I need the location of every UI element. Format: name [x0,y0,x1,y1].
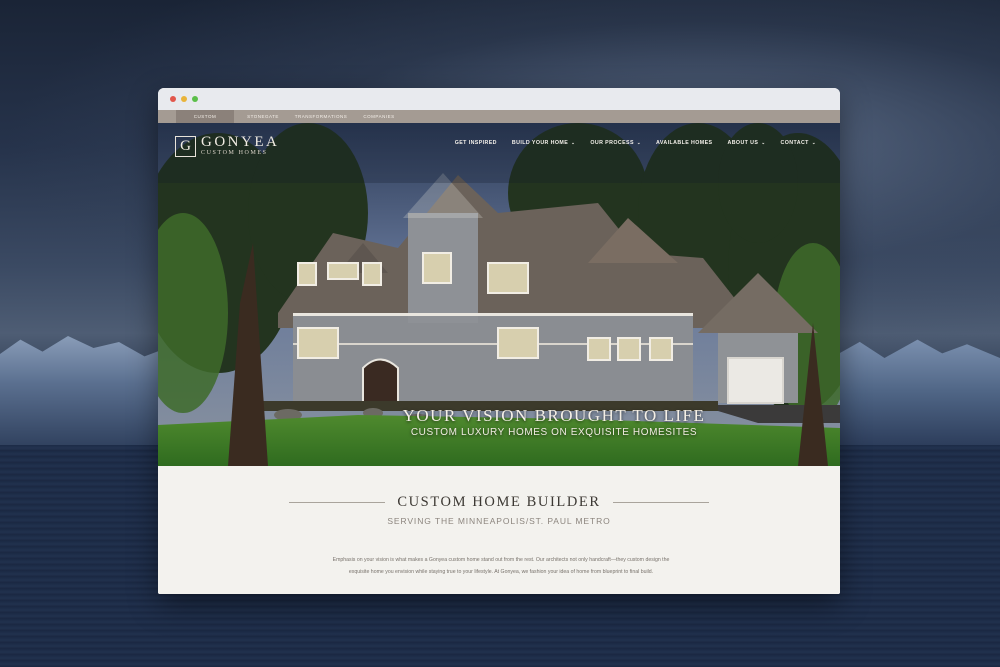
hero-headline: YOUR VISION BROUGHT TO LIFE [402,406,706,425]
nav-label: ABOUT US [727,140,759,146]
site-tabs-bar: CUSTOM STONEGATE TRANSFORMATIONS COMPANI… [158,110,840,123]
chevron-down-icon: ⌄ [636,140,642,145]
site-tab-transformations[interactable]: TRANSFORMATIONS [292,110,350,123]
nav-label: OUR PROCESS [590,140,634,146]
chevron-down-icon: ⌄ [761,140,766,145]
hero-section: G GONYEA CUSTOM HOMES GET INSPIRED BUILD… [158,123,840,466]
nav-our-process[interactable]: OUR PROCESS ⌄ [590,140,641,146]
intro-title-row: CUSTOM HOME BUILDER [158,494,840,511]
divider-right [612,502,709,503]
logo-mark: G [175,135,196,157]
hero-subheadline: CUSTOM LUXURY HOMES ON EXQUISITE HOMESIT… [410,427,698,438]
nav-contact[interactable]: CONTACT ⌄ [781,140,816,146]
nav-about-us[interactable]: ABOUT US ⌄ [727,140,765,146]
logo-name: GONYEA [201,134,280,150]
intro-subtitle: SERVING THE MINNEAPOLIS/ST. PAUL METRO [387,516,611,526]
intro-section: CUSTOM HOME BUILDER SERVING THE MINNEAPO… [158,466,840,594]
logo-subtitle: CUSTOM HOMES [201,150,268,156]
nav-label: GET INSPIRED [454,140,497,146]
nav-build-your-home[interactable]: BUILD YOUR HOME ⌄ [512,140,575,146]
nav-label: BUILD YOUR HOME [511,140,569,146]
nav-label: CONTACT [780,140,809,146]
main-nav: GET INSPIRED BUILD YOUR HOME ⌄ OUR PROCES… [455,140,816,146]
nav-label: AVAILABLE HOMES [656,140,713,146]
minimize-window-button[interactable] [181,96,187,102]
site-tab-companies[interactable]: COMPANIES [350,110,408,123]
background-glacier-right [835,339,1000,450]
site-tab-custom[interactable]: CUSTOM [176,110,234,123]
site-tab-stonegate[interactable]: STONEGATE [234,110,292,123]
browser-window: CUSTOM STONEGATE TRANSFORMATIONS COMPANI… [158,88,840,594]
nav-available-homes[interactable]: AVAILABLE HOMES [656,140,712,146]
intro-title: CUSTOM HOME BUILDER [397,494,601,510]
browser-titlebar [158,88,840,110]
gonyea-logo[interactable]: G GONYEA CUSTOM HOMES [175,135,279,157]
intro-body: Emphasis on your vision is what makes a … [332,557,670,575]
chevron-down-icon: ⌄ [811,140,816,145]
close-window-button[interactable] [170,96,176,102]
nav-get-inspired[interactable]: GET INSPIRED [455,140,497,146]
chevron-down-icon: ⌄ [571,140,576,145]
divider-left [289,502,386,503]
maximize-window-button[interactable] [192,96,198,102]
